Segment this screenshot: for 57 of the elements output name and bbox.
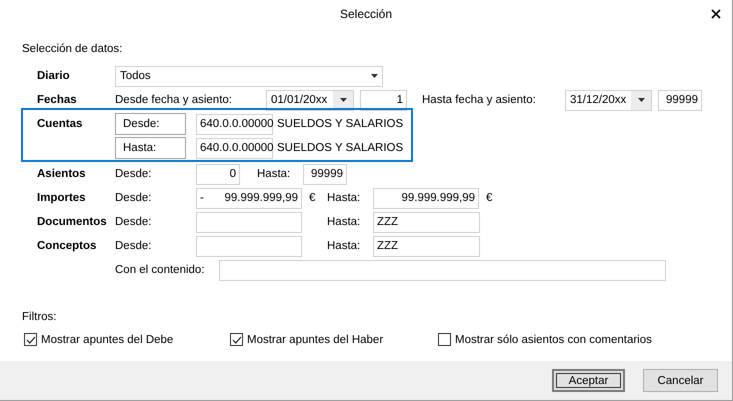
input-field[interactable]: ZZZ: [373, 236, 480, 256]
checkbox[interactable]: Mostrar apuntes del Debe: [24, 333, 230, 346]
window-title: Selección: [340, 7, 392, 21]
field-label: Desde:: [115, 168, 152, 180]
field-label: Documentos: [36, 216, 108, 228]
currency-label: €: [308, 192, 316, 204]
input-field[interactable]: ZZZ: [373, 212, 480, 232]
account-button[interactable]: Hasta:: [115, 137, 186, 159]
input-field[interactable]: 0: [196, 164, 240, 184]
checkbox-box[interactable]: [438, 333, 451, 346]
caret-icon: [638, 98, 644, 102]
input-field[interactable]: 640.0.0.00000: [196, 114, 273, 134]
input-field[interactable]: 99999: [658, 90, 702, 110]
field-label: Conceptos: [36, 240, 98, 252]
date-dropdown[interactable]: 01/01/20xx: [266, 90, 354, 110]
checkbox-box[interactable]: [230, 333, 243, 346]
input-field[interactable]: 1: [360, 90, 407, 110]
field-label: Desde:: [115, 216, 152, 228]
input-field[interactable]: - 99.999.999,99: [196, 188, 302, 208]
checkbox[interactable]: Mostrar sólo asientos con comentarios: [438, 333, 652, 346]
input-field[interactable]: [196, 212, 302, 232]
account-name: SUELDOS Y SALARIOS: [276, 118, 404, 130]
field-label: Hasta:: [256, 168, 292, 180]
check-icon: [26, 336, 36, 344]
input-field[interactable]: [196, 236, 302, 256]
check-icon: [232, 336, 242, 344]
field-label: Hasta:: [326, 240, 362, 252]
field-label: Fechas: [36, 94, 78, 106]
section-label: Filtros:: [22, 311, 58, 323]
field-label: Desde fecha y asiento:: [115, 94, 233, 106]
input-field[interactable]: [219, 260, 666, 280]
field-label: Con el contenido:: [115, 264, 206, 276]
account-button[interactable]: Desde:: [115, 113, 186, 135]
field-label: Desde:: [115, 192, 152, 204]
section-label: Selección de datos:: [22, 43, 124, 55]
close-icon: [711, 9, 721, 19]
field-label: Hasta:: [326, 216, 362, 228]
caret-icon: [340, 98, 346, 102]
cancel-button[interactable]: Cancelar: [643, 369, 718, 392]
field-label: Hasta:: [327, 192, 362, 204]
field-label: Importes: [36, 192, 87, 204]
checkbox[interactable]: Mostrar apuntes del Haber: [230, 333, 438, 346]
field-label: Cuentas: [36, 118, 84, 130]
input-field[interactable]: 99999: [303, 164, 347, 184]
account-name: SUELDOS Y SALARIOS: [276, 142, 404, 154]
field-label: Asientos: [36, 168, 87, 180]
input-field[interactable]: 640.0.0.00000: [196, 138, 273, 158]
input-field[interactable]: 99.999.999,99: [373, 188, 479, 208]
caret-icon: [370, 74, 378, 78]
dropdown[interactable]: Todos: [115, 66, 383, 86]
field-label: Desde:: [115, 240, 152, 252]
date-dropdown[interactable]: 31/12/20xx: [565, 90, 652, 110]
currency-label: €: [485, 192, 494, 204]
accept-button[interactable]: Aceptar: [552, 369, 625, 392]
field-label: Diario: [36, 70, 71, 82]
field-label: Hasta fecha y asiento:: [421, 94, 537, 106]
checkbox-box[interactable]: [24, 333, 37, 346]
